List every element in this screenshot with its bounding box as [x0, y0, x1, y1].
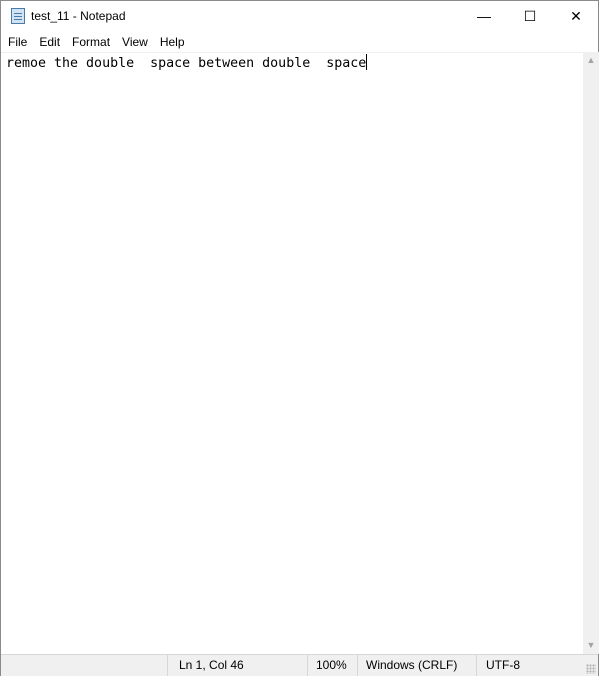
encoding: UTF-8 — [476, 655, 520, 676]
zoom-level: 100% — [307, 655, 347, 676]
menu-file[interactable]: File — [1, 32, 33, 52]
scroll-up-icon[interactable]: ▲ — [583, 52, 599, 69]
menu-format[interactable]: Format — [66, 32, 116, 52]
menu-view[interactable]: View — [116, 32, 154, 52]
menu-help[interactable]: Help — [154, 32, 191, 52]
window-title: test_11 - Notepad — [31, 9, 126, 23]
text-caret — [366, 54, 368, 70]
status-bar: Ln 1, Col 46 100% Windows (CRLF) UTF-8 — [1, 654, 598, 676]
text-editor[interactable]: remoe the double space between double sp… — [1, 52, 583, 654]
vertical-scrollbar[interactable]: ▲ ▼ — [583, 52, 599, 654]
menu-bar: File Edit Format View Help — [1, 32, 191, 52]
scroll-down-icon[interactable]: ▼ — [583, 637, 599, 654]
minimize-button[interactable]: — — [461, 1, 507, 31]
resize-grip[interactable] — [586, 664, 596, 674]
notepad-icon — [11, 8, 25, 24]
maximize-button[interactable]: ☐ — [507, 1, 553, 31]
cursor-position: Ln 1, Col 46 — [167, 655, 244, 676]
menu-edit[interactable]: Edit — [33, 32, 66, 52]
title-bar[interactable]: test_11 - Notepad — ☐ ✕ — [1, 1, 598, 32]
notepad-window: test_11 - Notepad — ☐ ✕ File Edit Format… — [0, 0, 599, 676]
line-ending: Windows (CRLF) — [357, 655, 457, 676]
close-button[interactable]: ✕ — [553, 1, 599, 31]
editor-text[interactable]: remoe the double space between double sp… — [6, 56, 366, 71]
